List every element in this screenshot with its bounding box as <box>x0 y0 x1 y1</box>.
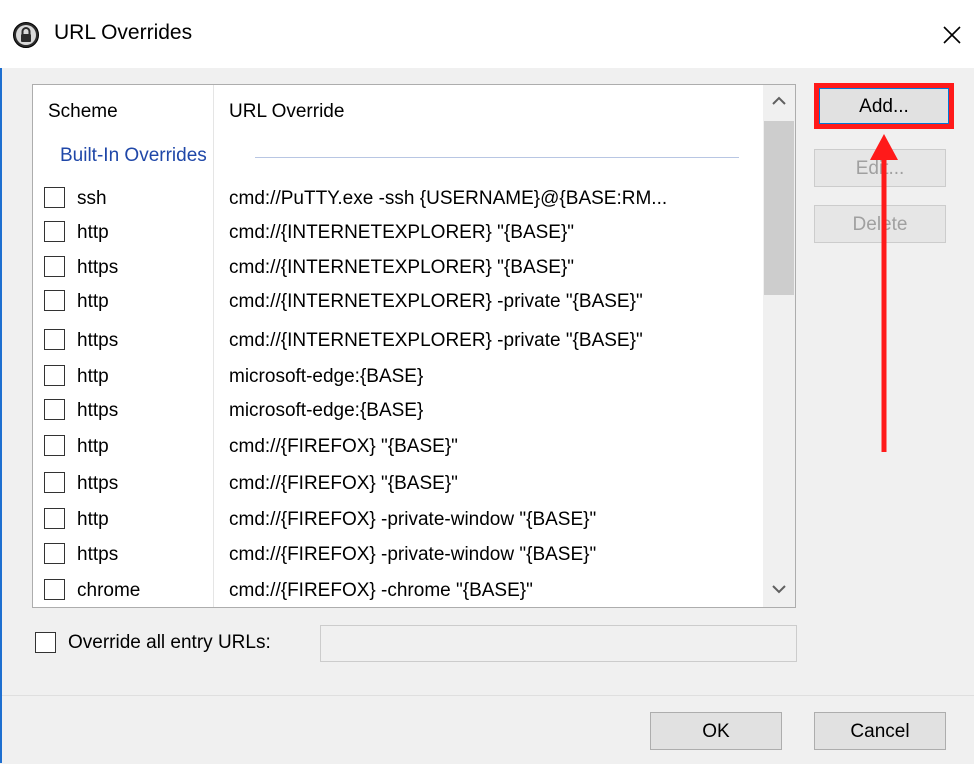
override-all-label: Override all entry URLs: <box>68 632 271 653</box>
ok-button[interactable]: OK <box>650 712 782 750</box>
override-all-checkbox[interactable] <box>35 632 56 653</box>
cancel-button[interactable]: Cancel <box>814 712 946 750</box>
override-url-field[interactable] <box>320 625 797 662</box>
